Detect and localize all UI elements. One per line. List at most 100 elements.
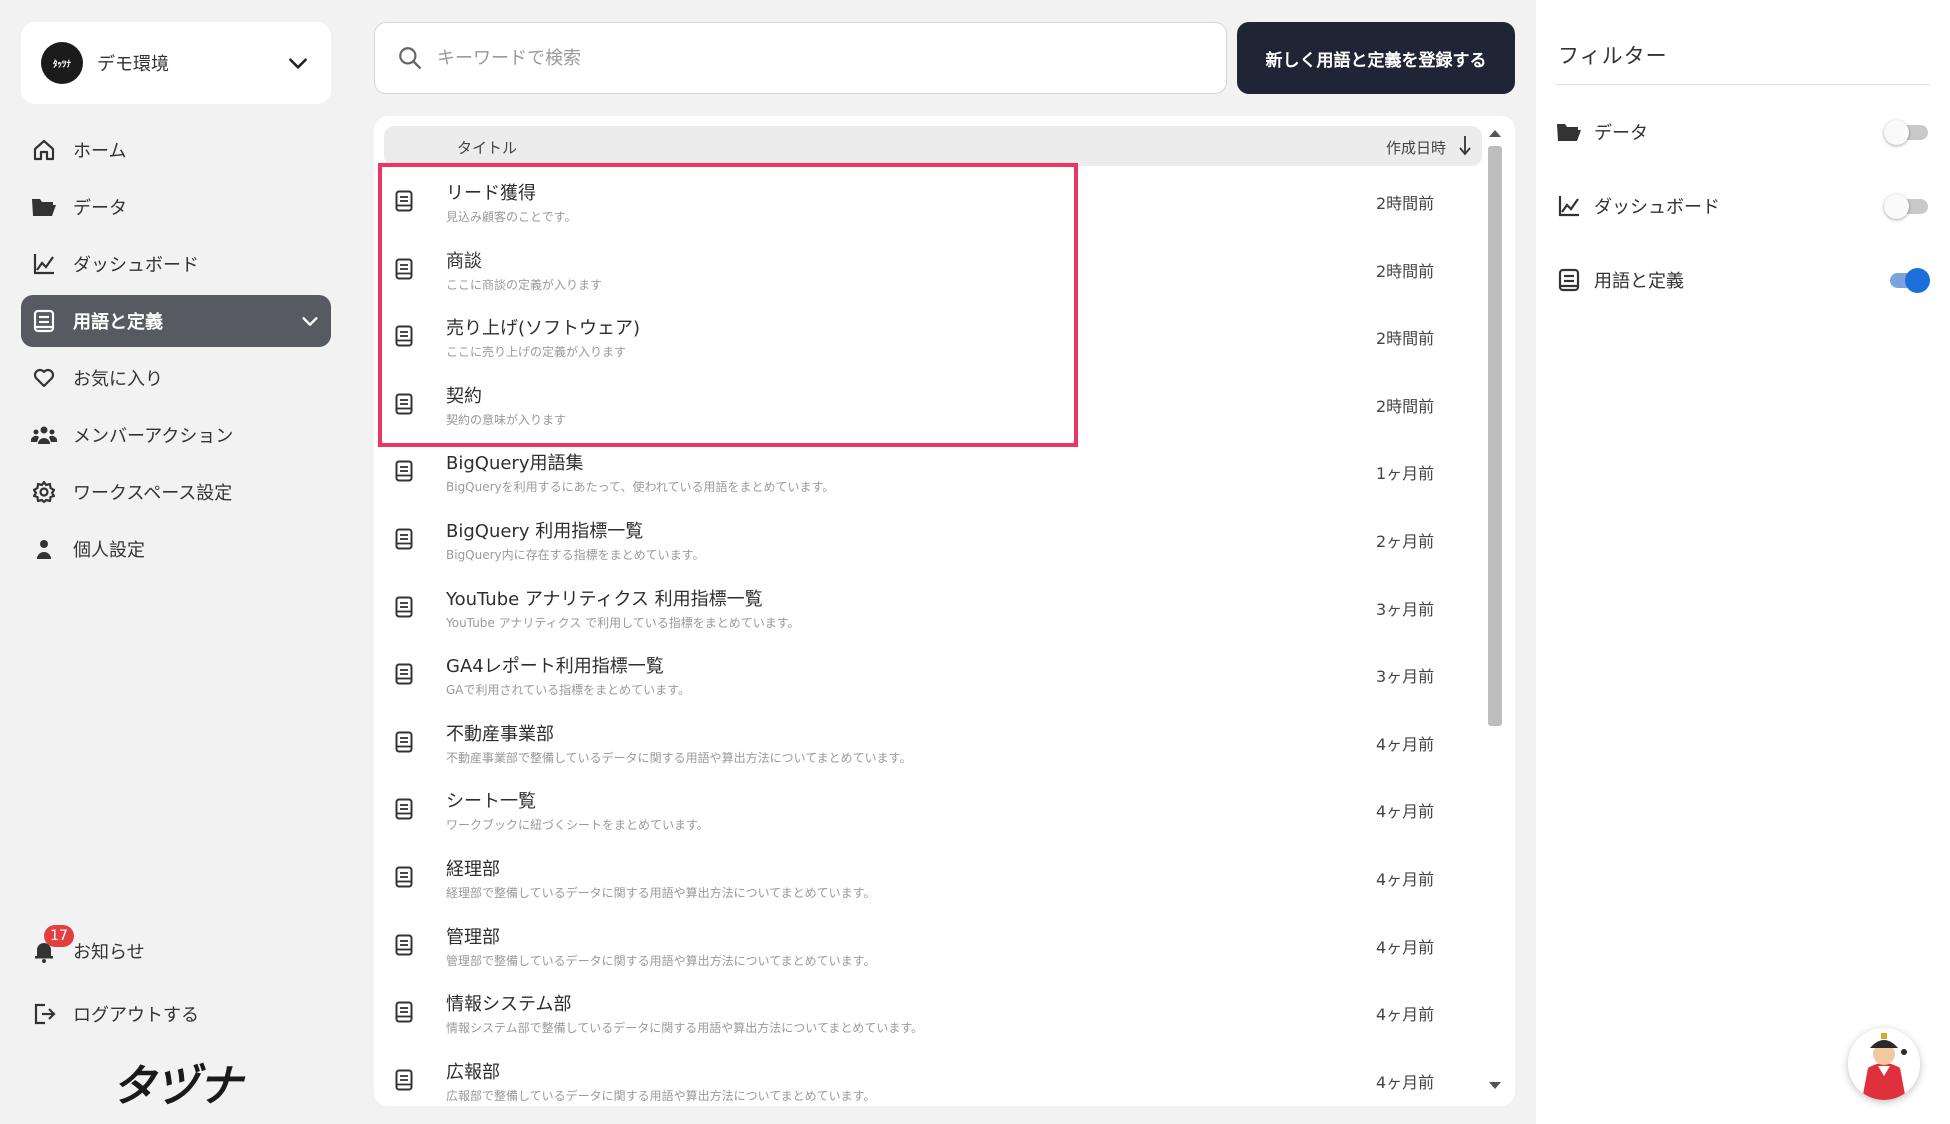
nav-item-data[interactable]: データ: [21, 181, 331, 233]
document-icon: [395, 866, 413, 888]
toggle-knob: [1884, 120, 1909, 145]
register-term-button[interactable]: 新しく用語と定義を登録する: [1237, 22, 1515, 94]
list-item-description: ここに売り上げの定義が入ります: [446, 345, 627, 360]
nav-item-notifications[interactable]: 17 お知らせ: [21, 925, 331, 977]
book-icon: [31, 308, 57, 334]
glossary-list: タイトル 作成日時 リード獲得 見込み顧客のことです。 2時間前 商談 ここに商談の定義…: [374, 116, 1515, 1106]
scroll-thumb[interactable]: [1488, 146, 1502, 726]
logout-icon: [31, 1001, 57, 1027]
list-item-title: リード獲得: [446, 183, 536, 204]
filter-toggle-dashboard[interactable]: [1884, 191, 1930, 221]
list-item-created-at: 4ヶ月前: [1376, 1005, 1435, 1025]
filter-panel: フィルター データ ダッシュボード 用語と定義: [1536, 0, 1950, 1124]
nav-item-home[interactable]: ホーム: [21, 124, 331, 176]
list-item[interactable]: GA4レポート利用指標一覧 GAで利用されている指標をまとめています。 3ヶ月前: [374, 643, 1484, 711]
list-item-description: ここに商談の定義が入ります: [446, 277, 603, 292]
list-item[interactable]: BigQuery用語集 BigQueryを利用するにあたって、使われている用語をま…: [374, 440, 1484, 508]
book-icon: [1556, 267, 1582, 293]
list-item-title: 広報部: [446, 1061, 500, 1083]
filter-item-data: データ: [1556, 112, 1930, 152]
list-item-description: YouTube アナリティクス で利用している指標をまとめています。: [446, 615, 800, 630]
list-item[interactable]: シート一覧 ワークブックに紐づくシートをまとめています。 4ヶ月前: [374, 778, 1484, 846]
column-header-created-at[interactable]: 作成日時: [1386, 137, 1446, 158]
list-item[interactable]: リード獲得 見込み顧客のことです。 2時間前: [374, 170, 1484, 238]
list-item-description: BigQueryを利用するにあたって、使われている用語をまとめています。: [446, 480, 835, 495]
assistant-avatar[interactable]: [1848, 1028, 1920, 1100]
document-icon: [395, 528, 413, 550]
nav-item-label: メンバーアクション: [73, 426, 234, 447]
filter-item-label: 用語と定義: [1594, 271, 1684, 292]
list-rows: リード獲得 見込み顧客のことです。 2時間前 商談 ここに商談の定義が入ります 2時間前売…: [374, 170, 1484, 1106]
list-item[interactable]: 売り上げ(ソフトウェア) ここに売り上げの定義が入ります 2時間前: [374, 305, 1484, 373]
nav-item-member-actions[interactable]: メンバーアクション: [21, 409, 331, 461]
logout-button[interactable]: ログアウトする: [21, 988, 331, 1040]
list-item[interactable]: 広報部広報部で整備しているデータに関する用語や算出方法についてまとめています。 4…: [374, 1049, 1484, 1106]
list-item-title: 管理部: [446, 926, 500, 948]
nav-item-dashboard[interactable]: ダッシュボード: [21, 238, 331, 290]
workspace-name: デモ環境: [97, 54, 169, 75]
list-item[interactable]: 情報システム部 情報システム部で整備しているデータに関する用語や算出方法についてま…: [374, 981, 1484, 1049]
list-item[interactable]: YouTube アナリティクス 利用指標一覧 YouTube アナリティクス で利…: [374, 576, 1484, 644]
document-icon: [395, 798, 413, 820]
nav-item-label: 用語と定義: [73, 312, 163, 333]
chart-line-icon: [1556, 193, 1582, 219]
filter-item-glossary: 用語と定義: [1556, 260, 1930, 300]
folder-icon: [31, 194, 57, 220]
list-item[interactable]: 経理部 経理部で整備しているデータに関する用語や算出方法についてまとめています。 4…: [374, 846, 1484, 914]
list-item-title: 不動産事業部: [446, 723, 554, 745]
heart-icon: [31, 365, 57, 391]
chevron-down-icon[interactable]: [299, 310, 321, 332]
list-item[interactable]: 商談 ここに商談の定義が入ります 2時間前: [374, 238, 1484, 306]
list-item-description: 契約の意味が入ります: [446, 412, 567, 427]
list-item-description: 経理部で整備しているデータに関する用語や算出方法についてまとめています。: [446, 885, 876, 900]
chart-line-icon: [31, 251, 57, 277]
scroll-down-arrow[interactable]: [1489, 1082, 1501, 1089]
nav-item-label: お知らせ: [73, 942, 145, 963]
nav-item-workspace-settings[interactable]: ワークスペース設定: [21, 466, 331, 518]
nav-item-favorites[interactable]: お気に入り: [21, 352, 331, 404]
list-item-description: 広報部で整備しているデータに関する用語や算出方法についてまとめています。: [446, 1088, 876, 1103]
sort-arrow-down-icon[interactable]: [1458, 134, 1472, 156]
scrollbar[interactable]: [1485, 124, 1505, 1096]
list-item-created-at: 1ヶ月前: [1376, 464, 1435, 484]
nav-item-label: 個人設定: [73, 540, 145, 561]
list-item[interactable]: BigQuery 利用指標一覧 BigQuery内に存在する指標をまとめています。…: [374, 508, 1484, 576]
filter-toggle-glossary[interactable]: [1884, 265, 1930, 295]
list-item-description: ワークブックに紐づくシートをまとめています。: [446, 818, 709, 833]
filter-toggle-data[interactable]: [1884, 117, 1930, 147]
document-icon: [395, 596, 413, 618]
workspace-logo: ﾀｯﾂﾅ: [41, 42, 83, 84]
search-input[interactable]: [437, 47, 1137, 69]
list-item-created-at: 2時間前: [1376, 194, 1435, 213]
document-icon: [395, 731, 413, 753]
nav-item-label: ログアウトする: [73, 1005, 199, 1026]
scroll-up-arrow[interactable]: [1489, 130, 1501, 137]
home-icon: [31, 137, 57, 163]
divider: [1556, 84, 1930, 85]
workspace-switcher[interactable]: ﾀｯﾂﾅ デモ環境: [21, 22, 331, 104]
search-icon: [399, 47, 421, 69]
list-item[interactable]: 管理部 管理部で整備しているデータに関する用語や算出方法についてまとめています。 4…: [374, 914, 1484, 982]
document-icon: [395, 1001, 413, 1023]
nav-item-personal-settings[interactable]: 個人設定: [21, 523, 331, 575]
list-item-title: BigQuery 利用指標一覧: [446, 520, 644, 542]
people-icon: [31, 422, 57, 448]
list-item-created-at: 4ヶ月前: [1376, 869, 1435, 889]
list-item-title: 売り上げ(ソフトウェア): [446, 318, 641, 340]
list-header: タイトル 作成日時: [384, 126, 1482, 166]
column-header-title[interactable]: タイトル: [457, 137, 517, 158]
list-item-created-at: 4ヶ月前: [1376, 802, 1435, 822]
toggle-knob: [1905, 268, 1930, 293]
chevron-down-icon: [289, 58, 307, 69]
nav-item-glossary[interactable]: 用語と定義: [21, 295, 331, 347]
list-item-description: 管理部で整備しているデータに関する用語や算出方法についてまとめています。: [446, 953, 876, 968]
document-icon: [395, 1069, 413, 1091]
list-item[interactable]: 契約 契約の意味が入ります 2時間前: [374, 373, 1484, 441]
list-item[interactable]: 不動産事業部 不動産事業部で整備しているデータに関する用語や算出方法についてまとめ…: [374, 711, 1484, 779]
document-icon: [395, 325, 413, 347]
nav-item-label: お気に入り: [73, 369, 163, 390]
list-item-created-at: 4ヶ月前: [1376, 1072, 1435, 1092]
person-icon: [31, 536, 57, 562]
list-item-title: BigQuery用語集: [446, 453, 584, 475]
list-item-created-at: 3ヶ月前: [1376, 667, 1435, 687]
